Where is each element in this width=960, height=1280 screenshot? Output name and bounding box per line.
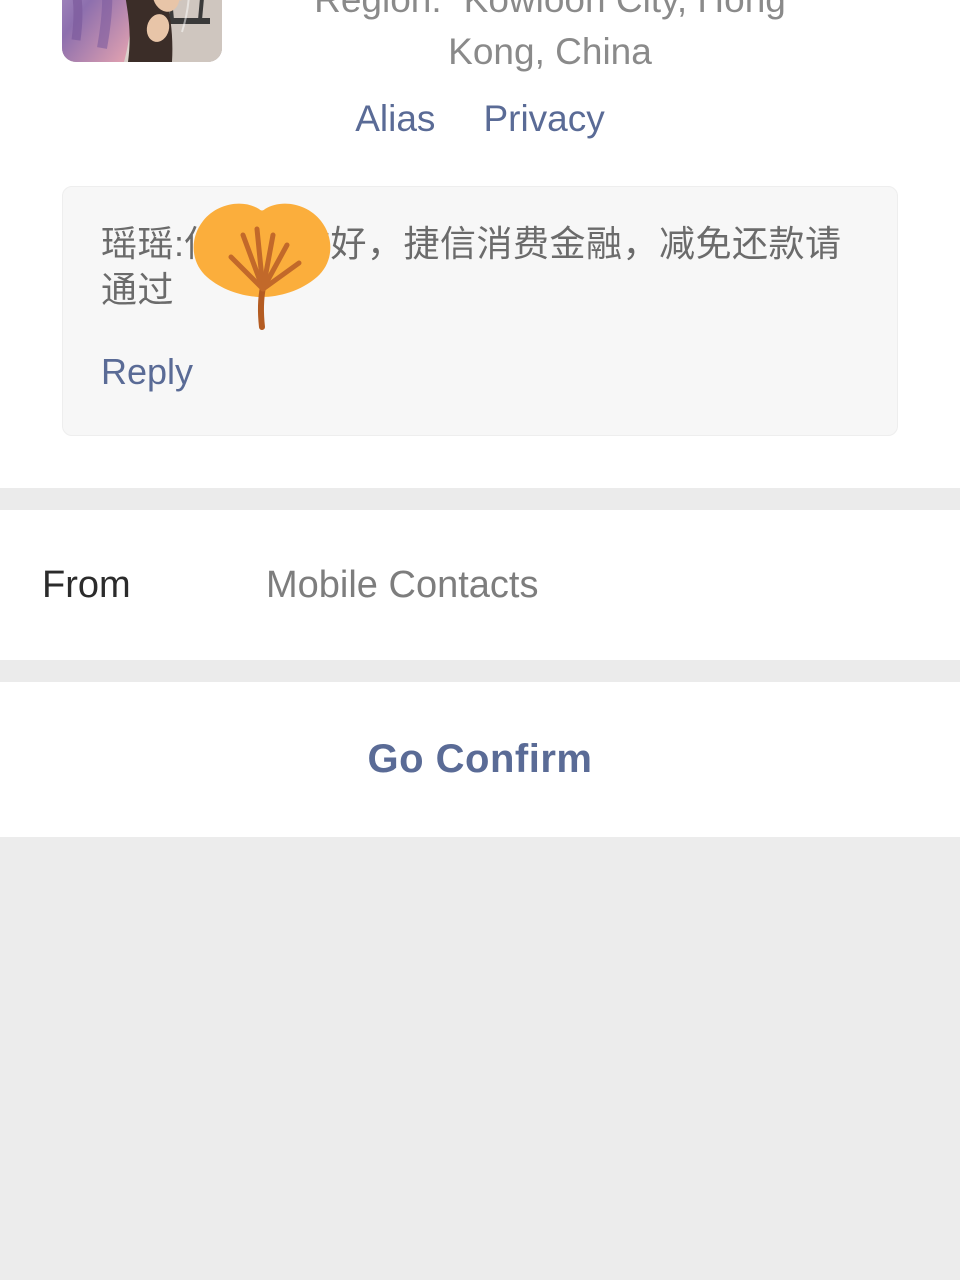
contact-detail-screen: Region: Kowloon City, Hong Kong, China Al… [0, 0, 960, 1280]
go-confirm-button[interactable]: Go Confirm [0, 682, 960, 837]
message-card[interactable]: 瑶瑶:你发上你好，捷信消费金融，减免还款请通过 Reply [62, 186, 898, 436]
page-background [0, 837, 960, 1280]
privacy-link[interactable]: Privacy [483, 95, 604, 143]
profile-header: Region: Kowloon City, Hong Kong, China Al… [0, 0, 960, 186]
section-divider-2 [0, 660, 960, 682]
region-label: Region: [314, 0, 442, 20]
avatar-photo [62, 0, 222, 62]
profile-action-links: Alias Privacy [0, 95, 960, 143]
section-divider-1 [0, 488, 960, 510]
from-row[interactable]: From Mobile Contacts [0, 510, 960, 660]
message-text: 瑶瑶:你发上你好，捷信消费金融，减免还款请通过 [101, 223, 842, 310]
reply-link[interactable]: Reply [101, 351, 193, 393]
region-line-1: Region: Kowloon City, Hong [250, 0, 850, 26]
region-value-line-1: Kowloon City, Hong [464, 0, 786, 20]
message-section: 瑶瑶:你发上你好，捷信消费金融，减免还款请通过 Reply [0, 186, 960, 436]
card-bottom-spacer [0, 436, 960, 488]
from-label: From [42, 563, 131, 606]
alias-link[interactable]: Alias [355, 95, 435, 143]
avatar[interactable] [62, 0, 222, 62]
region-field: Region: Kowloon City, Hong Kong, China [250, 0, 850, 78]
region-value-line-2: Kong, China [448, 31, 652, 72]
from-value: Mobile Contacts [266, 563, 539, 606]
go-confirm-label: Go Confirm [367, 737, 593, 781]
